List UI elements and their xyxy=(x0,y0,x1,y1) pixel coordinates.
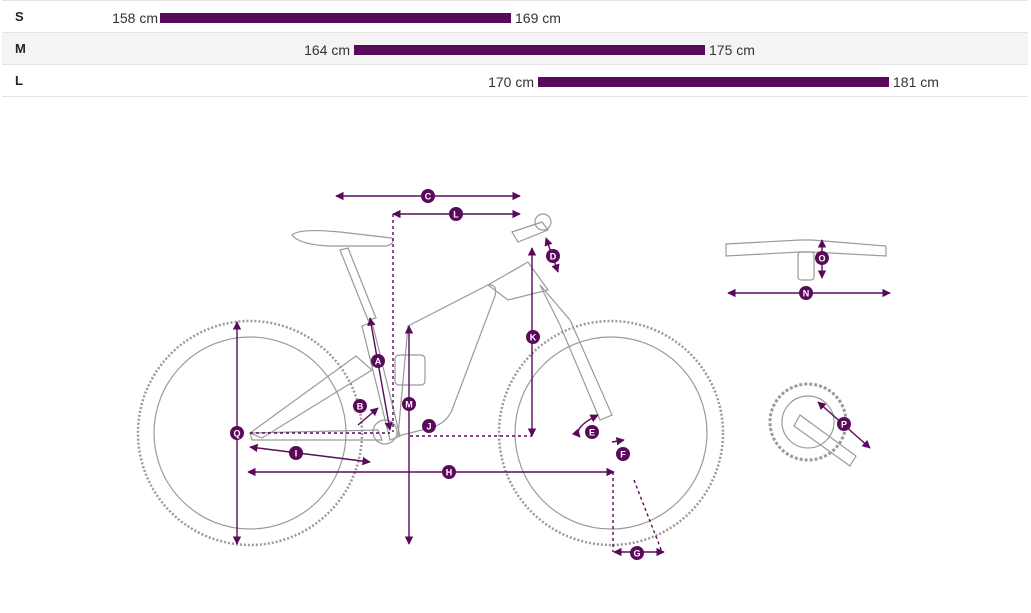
badge-d-text: D xyxy=(550,252,557,262)
seat-post xyxy=(339,247,377,321)
badge-k: K xyxy=(526,330,540,344)
badge-c-text: C xyxy=(425,192,432,202)
badge-l: L xyxy=(449,207,463,221)
badge-j-text: J xyxy=(426,422,431,432)
badge-b-text: B xyxy=(357,402,364,412)
seat-stay xyxy=(248,355,374,439)
front-rim xyxy=(514,336,708,530)
dim-a xyxy=(367,317,393,431)
badge-q-text: Q xyxy=(233,429,240,439)
bike-geometry-diagram: C L D K A M B J Q I H E F G O N P xyxy=(136,189,891,560)
badge-k-text: K xyxy=(530,333,537,343)
chainring-inner xyxy=(781,395,835,449)
badge-g: G xyxy=(630,546,644,560)
handlebar xyxy=(725,239,887,257)
badge-i-text: I xyxy=(295,449,298,459)
badge-e-text: E xyxy=(589,428,595,438)
badge-c: C xyxy=(421,189,435,203)
shock xyxy=(394,354,426,386)
front-triangle xyxy=(397,284,497,437)
badge-m-text: M xyxy=(405,400,413,410)
badge-p: P xyxy=(837,417,851,431)
badge-d: D xyxy=(546,249,560,263)
badge-g-text: G xyxy=(633,549,640,559)
dim-f xyxy=(611,437,625,446)
handlebar-stem xyxy=(797,251,815,281)
badge-n: N xyxy=(799,286,813,300)
fork xyxy=(539,284,613,421)
badge-i: I xyxy=(289,446,303,460)
badge-o: O xyxy=(815,251,829,265)
badge-q: Q xyxy=(230,426,244,440)
dim-i xyxy=(249,443,371,466)
badge-j: J xyxy=(422,419,436,433)
bike-outline xyxy=(136,213,887,547)
stem xyxy=(511,221,549,243)
badge-l-text: L xyxy=(453,210,459,220)
badge-m: M xyxy=(402,397,416,411)
badge-p-text: P xyxy=(841,420,847,430)
badge-a-text: A xyxy=(375,357,382,367)
dimension-lines xyxy=(232,191,891,557)
badge-f-text: F xyxy=(620,450,626,460)
badge-h-text: H xyxy=(446,468,453,478)
stem-cap xyxy=(534,213,552,231)
badge-e: E xyxy=(585,425,599,439)
badge-n-text: N xyxy=(803,289,810,299)
badge-h: H xyxy=(442,465,456,479)
badge-o-text: O xyxy=(818,254,825,264)
badge-a: A xyxy=(371,354,385,368)
badge-b: B xyxy=(353,399,367,413)
saddle xyxy=(291,229,394,247)
badge-f: F xyxy=(616,447,630,461)
head-tube xyxy=(486,261,550,301)
dimension-labels: C L D K A M B J Q I H E F G O N P xyxy=(230,189,851,560)
